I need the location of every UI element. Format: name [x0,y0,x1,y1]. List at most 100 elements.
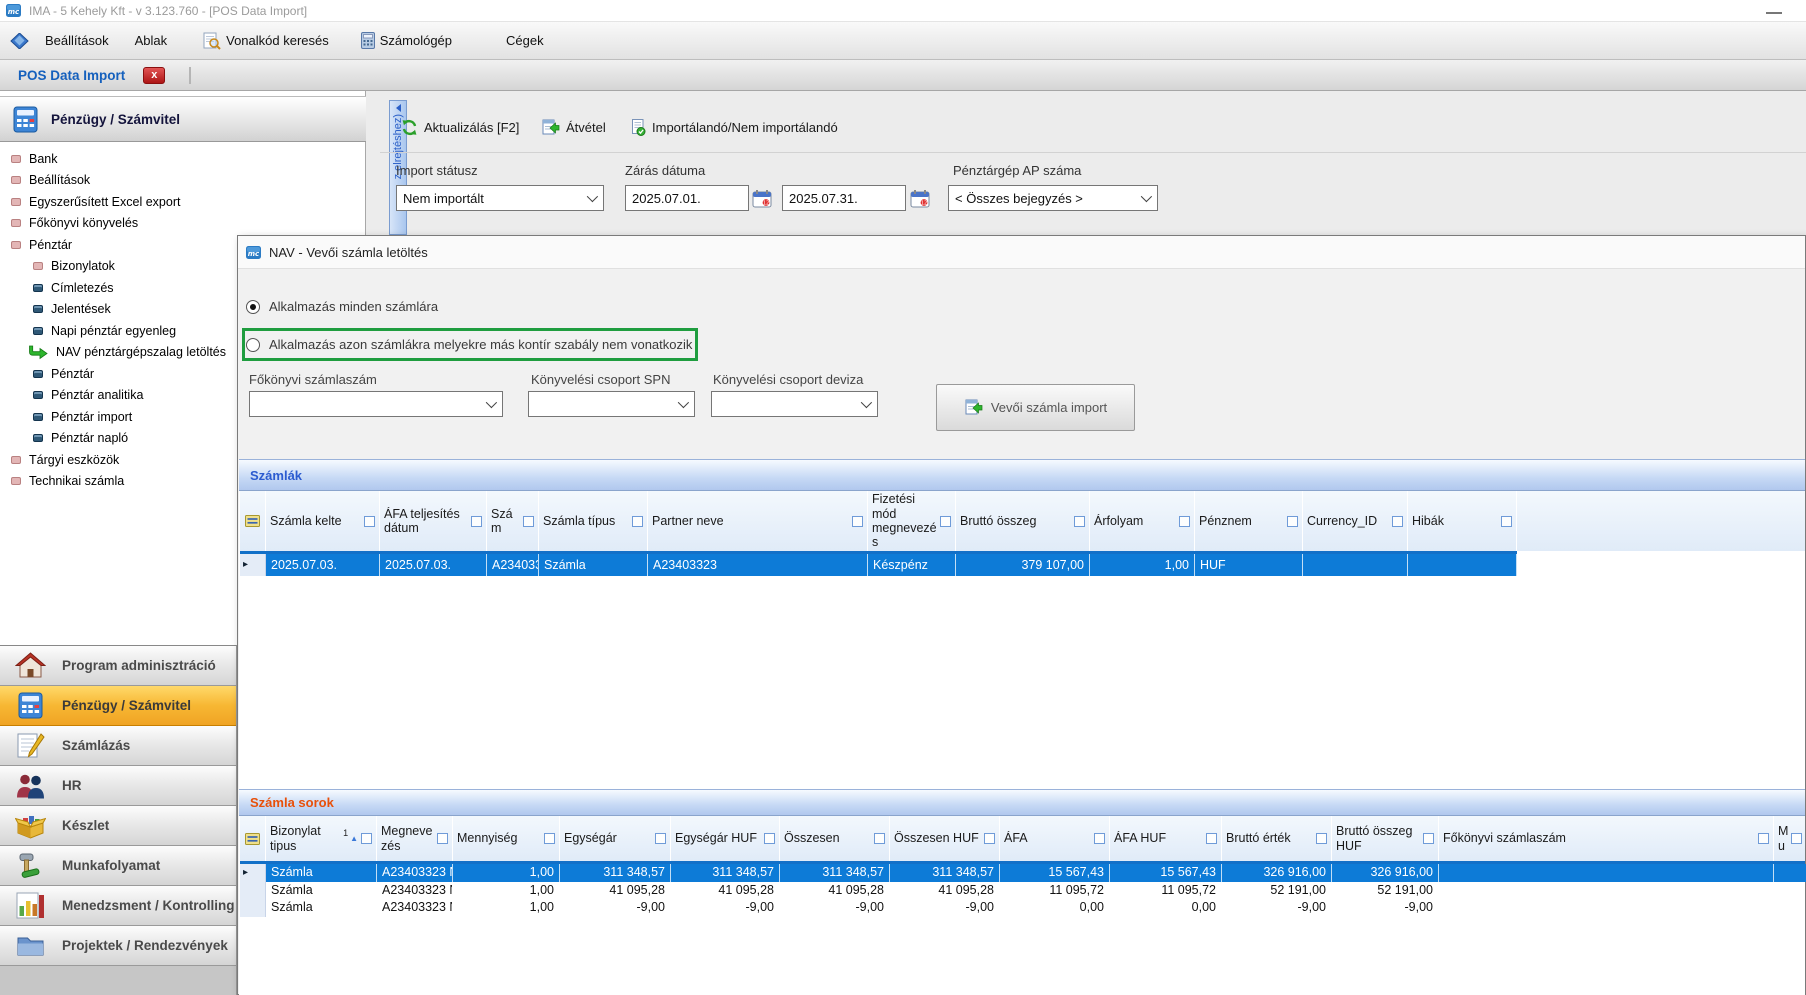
lines-cell[interactable]: 11 095,72 [1110,882,1222,900]
lines-col-header[interactable]: Bruttó érték [1222,816,1332,861]
lines-col-header[interactable]: Összesen HUF [890,816,1000,861]
lines-col-header[interactable]: Összesen [780,816,890,861]
booking-group-fx-select[interactable] [711,391,878,417]
calendar-from-button[interactable]: 12 [751,186,773,210]
column-filter-box[interactable] [1287,516,1298,527]
lines-row[interactable]: ▸SzámlaA23403323 N1,00311 348,57311 348,… [240,864,1806,882]
lines-cell[interactable]: -9,00 [780,899,890,917]
lines-cell[interactable]: 11 095,72 [1000,882,1110,900]
invoices-cell[interactable]: HUF [1195,554,1303,576]
lines-cell[interactable]: -9,00 [1222,899,1332,917]
lines-cell[interactable]: 41 095,28 [671,882,780,900]
invoices-col-header[interactable]: Fizetési mód megnevezés [868,491,956,551]
nav-item-tools[interactable]: Munkafolyamat [0,846,236,886]
lines-row[interactable]: SzámlaA23403323 N1,00-9,00-9,00-9,00-9,0… [240,899,1806,917]
menu-item-2[interactable]: Ablak [131,30,172,51]
tree-item-3[interactable]: Egyszerűsített Excel export [0,191,366,213]
lines-cell[interactable]: 0,00 [1110,899,1222,917]
invoices-cell[interactable]: 1,00 [1090,554,1195,576]
nav-item-house[interactable]: Program adminisztráció [0,646,236,686]
lines-col-header[interactable]: ÁFA [1000,816,1110,861]
column-filter-box[interactable] [437,833,448,844]
lines-col-header[interactable]: Mennyiség [453,816,560,861]
refresh-button[interactable]: Aktualizálás [F2] [396,114,524,140]
invoices-row[interactable]: ▸2025.07.03.2025.07.03.A2340332SzámlaA23… [240,554,1517,576]
invoices-col-header[interactable]: Árfolyam [1090,491,1195,551]
lines-cell[interactable]: 311 348,57 [780,864,890,882]
lines-cell[interactable]: A23403323 N [377,864,453,882]
tree-item-2[interactable]: Beállítások [0,170,366,192]
invoices-col-header[interactable]: Számla típus [539,491,648,551]
tree-item-1[interactable]: Bank [0,148,366,170]
lines-cell[interactable] [1439,864,1774,882]
receive-button[interactable]: Átvétel [536,114,611,140]
column-filter-box[interactable] [1179,516,1190,527]
lines-cell[interactable]: 1,00 [453,899,560,917]
invoices-col-header[interactable]: Bruttó összeg [956,491,1090,551]
column-filter-box[interactable] [632,516,643,527]
ledger-account-select[interactable] [249,391,503,417]
lines-cell[interactable]: 0,00 [1000,899,1110,917]
column-filter-box[interactable] [364,516,375,527]
column-filter-box[interactable] [361,833,372,844]
column-filter-box[interactable] [1501,516,1512,527]
lines-cell[interactable]: -9,00 [890,899,1000,917]
lines-cell[interactable] [1774,864,1806,882]
column-filter-box[interactable] [523,516,534,527]
column-filter-box[interactable] [1392,516,1403,527]
nav-item-folder[interactable]: Projektek / Rendezvények [0,926,236,966]
ap-number-select[interactable]: < Összes bejegyzés > [948,185,1158,211]
lines-col-header[interactable]: Egységár HUF [671,816,780,861]
invoices-cell[interactable]: 2025.07.03. [380,554,487,576]
closing-date-from-input[interactable]: 2025.07.01. [625,185,749,211]
column-filter-box[interactable] [940,516,951,527]
invoices-cell[interactable]: A2340332 [487,554,539,576]
column-filter-box[interactable] [1206,833,1217,844]
invoices-cell[interactable] [1303,554,1408,576]
lines-cell[interactable]: 41 095,28 [890,882,1000,900]
invoices-col-header[interactable]: Hibák [1408,491,1517,551]
nav-item-box[interactable]: Készlet [0,806,236,846]
lines-cell[interactable]: 311 348,57 [671,864,780,882]
nav-item-chart[interactable]: Menedzsment / Kontrolling [0,886,236,926]
column-filter-box[interactable] [852,516,863,527]
lines-cell[interactable]: 1,00 [453,864,560,882]
closing-date-to-input[interactable]: 2025.07.31. [782,185,906,211]
lines-cell[interactable] [1439,882,1774,900]
column-filter-box[interactable] [471,516,482,527]
lines-cell[interactable]: A23403323 N [377,899,453,917]
lines-cell[interactable]: Számla [266,882,377,900]
lines-cell[interactable]: 41 095,28 [780,882,890,900]
dialog-title-bar[interactable]: mc NAV - Vevői számla letöltés [238,236,1805,269]
invoices-col-header[interactable]: Currency_ID [1303,491,1408,551]
lines-cell[interactable]: 15 567,43 [1110,864,1222,882]
radio-apply-other[interactable]: Alkalmazás azon számlákra melyekre más k… [246,336,692,353]
column-filter-box[interactable] [544,833,555,844]
lines-cell[interactable]: 311 348,57 [560,864,671,882]
lines-cell[interactable]: -9,00 [1332,899,1439,917]
column-filter-box[interactable] [1791,833,1802,844]
invoices-col-header[interactable]: Szám [487,491,539,551]
lines-cell[interactable]: -9,00 [560,899,671,917]
lines-cell[interactable]: -9,00 [671,899,780,917]
lines-cell[interactable]: A23403323 N [377,882,453,900]
menu-item-5[interactable]: Cégek [502,30,548,51]
invoices-col-header[interactable]: ÁFA teljesítés dátum [380,491,487,551]
minimize-button[interactable] [1766,12,1782,14]
invoices-cell[interactable]: 2025.07.03. [266,554,380,576]
column-filter-box[interactable] [874,833,885,844]
lines-cell[interactable]: 52 191,00 [1222,882,1332,900]
column-filter-box[interactable] [1094,833,1105,844]
lines-col-header[interactable]: Főkönyvi számlaszám [1439,816,1774,861]
column-filter-box[interactable] [984,833,995,844]
nav-item-people[interactable]: HR [0,766,236,806]
column-filter-box[interactable] [655,833,666,844]
customer-invoice-import-button[interactable]: Vevői számla import [936,384,1135,431]
lines-cell[interactable] [1439,899,1774,917]
lines-col-header[interactable]: Megnevezés [377,816,453,861]
lines-cell[interactable]: Számla [266,864,377,882]
lines-col-header[interactable]: Bruttó összeg HUF [1332,816,1439,861]
nav-item-invoice[interactable]: Számlázás [0,726,236,766]
import-status-select[interactable]: Nem importált [396,185,604,211]
column-filter-box[interactable] [1423,833,1434,844]
